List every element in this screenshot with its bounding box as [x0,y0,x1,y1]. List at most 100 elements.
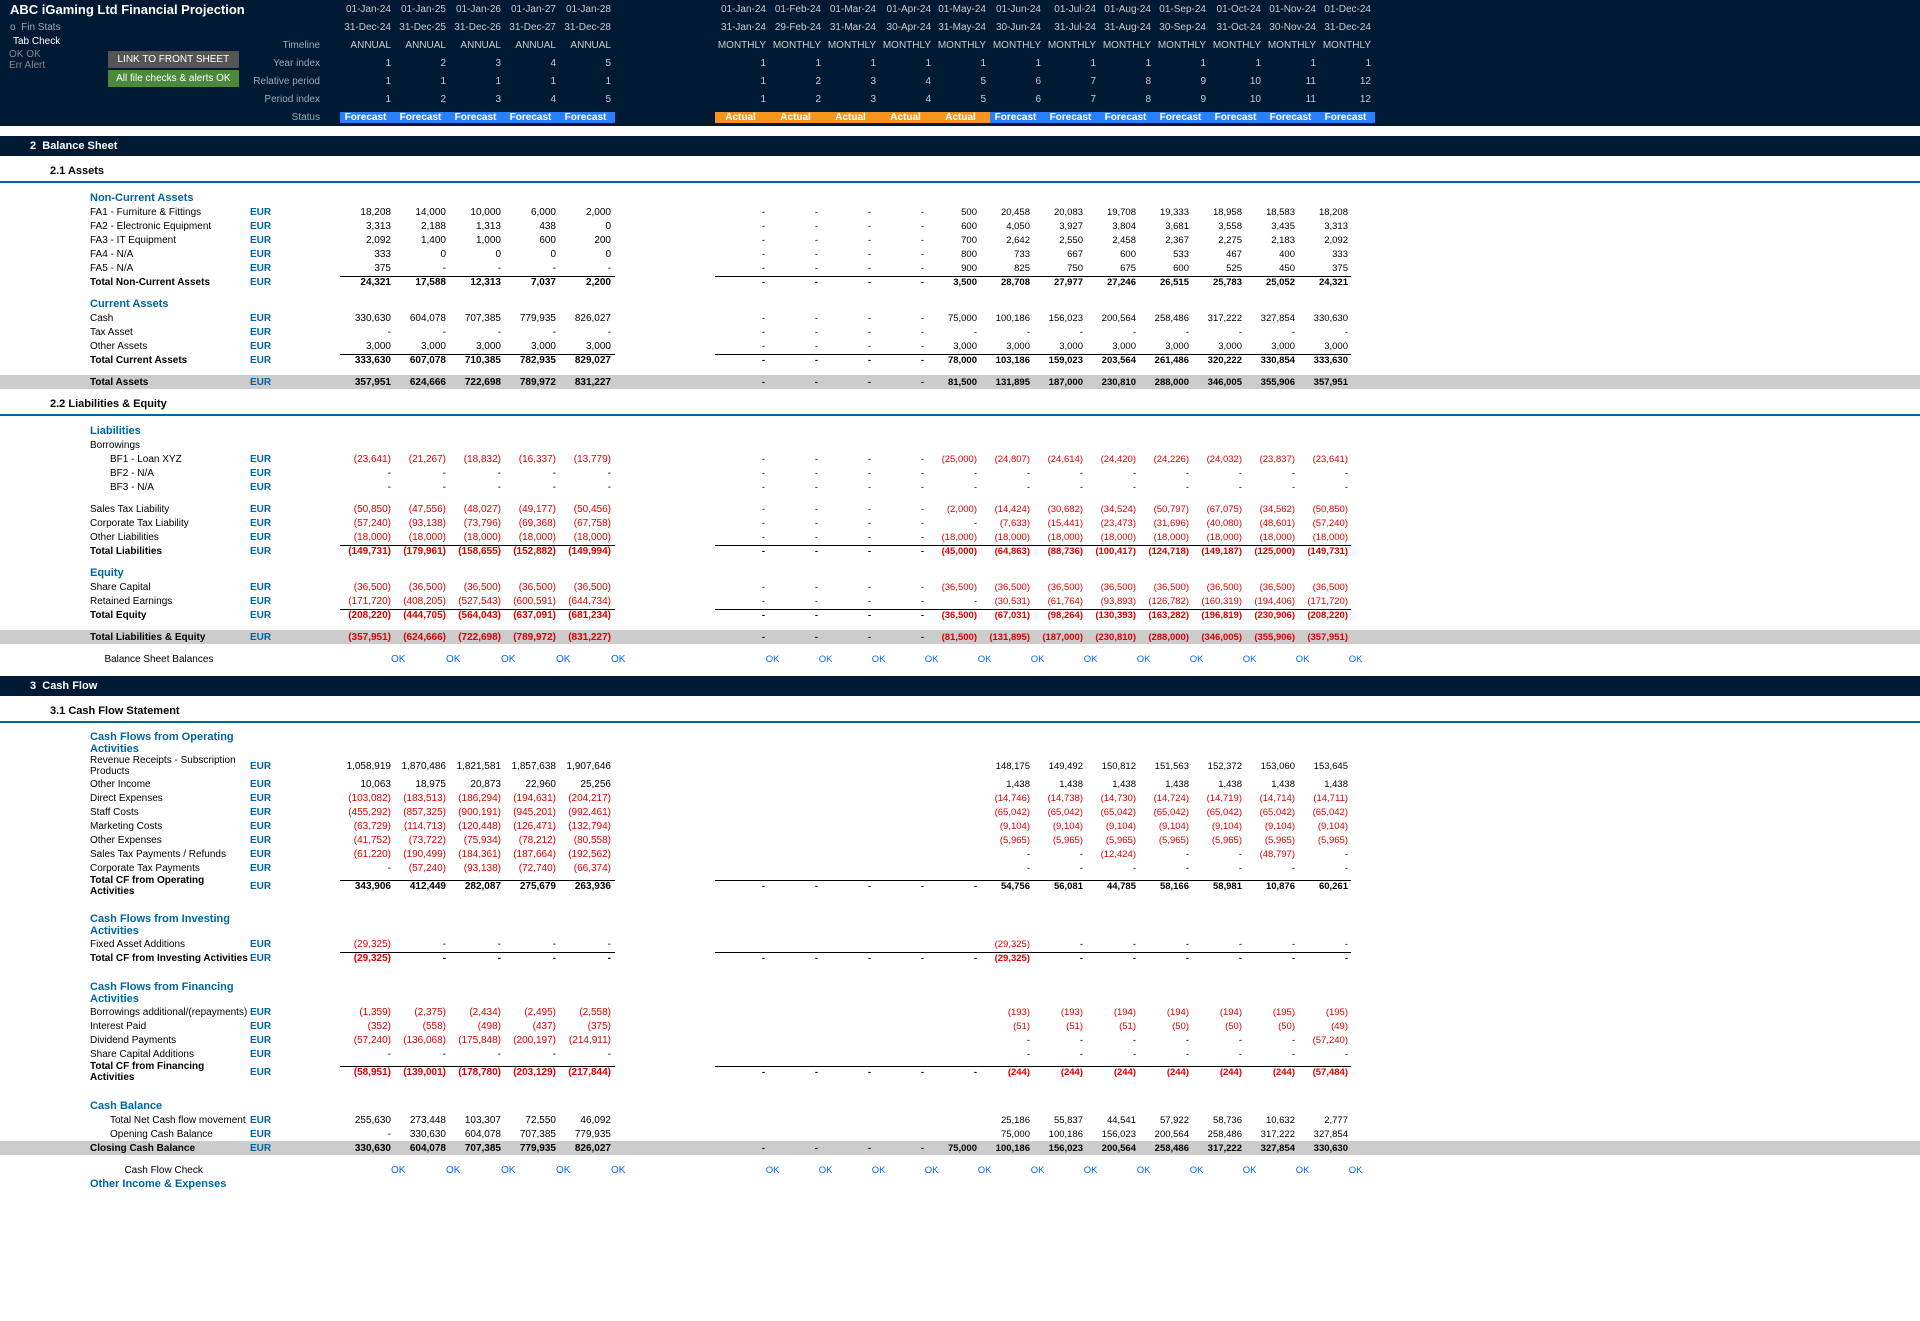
annual-col: 31-Dec-26 [450,22,505,33]
table-row: BF3 - N/AEUR----------------- [0,480,1920,494]
monthly-col: 12 [1320,94,1375,105]
annual-col: 01-Jan-27 [505,4,560,15]
monthly-col: 4 [880,76,935,87]
table-row: CashEUR330,630604,078707,385779,935826,0… [0,311,1920,325]
table-row: BF2 - N/AEUR----------------- [0,466,1920,480]
annual-col: Forecast [395,112,450,123]
table-row: Current Assets [0,297,1920,311]
annual-col: Forecast [560,112,615,123]
annual-col: 31-Dec-27 [505,22,560,33]
monthly-col: 01-Oct-24 [1210,4,1265,15]
monthly-col: MONTHLY [715,40,770,51]
monthly-col: 7 [1045,94,1100,105]
table-row: Dividend PaymentsEUR(57,240)(136,068)(17… [0,1033,1920,1047]
table-row: Retained EarningsEUR(171,720)(408,205)(5… [0,594,1920,608]
table-row: Total Liabilities & EquityEUR(357,951)(6… [0,630,1920,644]
link-front-sheet-button[interactable]: LINK TO FRONT SHEET [108,51,239,68]
monthly-col: 30-Sep-24 [1155,22,1210,33]
monthly-col: 6 [990,76,1045,87]
monthly-col: MONTHLY [880,40,935,51]
monthly-col: 2 [770,76,825,87]
monthly-col: 01-Jan-24 [715,4,770,15]
table-row: Total Non-Current AssetsEUR24,32117,5881… [0,275,1920,289]
monthly-col: Forecast [1100,112,1155,123]
annual-col: 1 [505,76,560,87]
monthly-col: 31-Jan-24 [715,22,770,33]
table-row: Opening Cash BalanceEUR-330,630604,07870… [0,1127,1920,1141]
monthly-col: 01-May-24 [935,4,990,15]
monthly-col: 01-Mar-24 [825,4,880,15]
monthly-col: MONTHLY [1210,40,1265,51]
annual-col: Forecast [450,112,505,123]
annual-col: 4 [505,94,560,105]
table-row: Direct ExpensesEUR(103,082)(183,513)(186… [0,791,1920,805]
monthly-col: Actual [825,112,880,123]
table-row: Liabilities [0,424,1920,438]
table-row: Other Income & Expenses [0,1177,1920,1191]
hdr-per-label: Period index [0,94,340,105]
annual-col: 3 [450,94,505,105]
monthly-col: MONTHLY [1100,40,1155,51]
monthly-col: 1 [1265,58,1320,69]
table-row: Cash Flows from Financing Activities [0,981,1920,1005]
monthly-col: 01-Jul-24 [1045,4,1100,15]
table-row: Staff CostsEUR(455,292)(857,325)(900,191… [0,805,1920,819]
monthly-col: 1 [715,58,770,69]
annual-col: 1 [560,76,615,87]
table-row: Cash Balance [0,1099,1920,1113]
table-row: Total LiabilitiesEUR(149,731)(179,961)(1… [0,544,1920,558]
annual-col: 1 [340,58,395,69]
app-title: ABC iGaming Ltd Financial Projection [0,2,340,17]
table-row: Borrowings additional/(repayments)EUR(1,… [0,1005,1920,1019]
monthly-col: 10 [1210,94,1265,105]
monthly-col: 31-Oct-24 [1210,22,1265,33]
annual-col: 4 [505,58,560,69]
table-row: Closing Cash BalanceEUR330,630604,078707… [0,1141,1920,1155]
table-row: Other LiabilitiesEUR(18,000)(18,000)(18,… [0,530,1920,544]
monthly-col: 4 [880,94,935,105]
monthly-col: Actual [770,112,825,123]
monthly-col: 01-Sep-24 [1155,4,1210,15]
table-row: Total CF from Operating ActivitiesEUR343… [0,875,1920,897]
monthly-col: 01-Dec-24 [1320,4,1375,15]
monthly-col: 1 [1320,58,1375,69]
monthly-col: MONTHLY [770,40,825,51]
table-row: FA5 - N/AEUR375--------90082575067560052… [0,261,1920,275]
table-row: Other IncomeEUR10,06318,97520,87322,9602… [0,777,1920,791]
annual-col: 31-Dec-28 [560,22,615,33]
section-2-2: 2.2 Liabilities & Equity [0,394,1920,416]
monthly-col: 5 [935,94,990,105]
annual-col: 1 [395,76,450,87]
table-row: Sales Tax Payments / RefundsEUR(61,220)(… [0,847,1920,861]
monthly-col: Forecast [1320,112,1375,123]
monthly-col: 31-Jul-24 [1045,22,1100,33]
monthly-col: 1 [880,58,935,69]
monthly-col: MONTHLY [935,40,990,51]
file-checks-status: All file checks & alerts OK [108,70,239,87]
annual-col: 31-Dec-24 [340,22,395,33]
annual-col: 31-Dec-25 [395,22,450,33]
monthly-col: 31-Dec-24 [1320,22,1375,33]
table-row: Interest PaidEUR(352)(558)(498)(437)(375… [0,1019,1920,1033]
table-row: Other ExpensesEUR(41,752)(73,722)(75,934… [0,833,1920,847]
annual-col: ANNUAL [340,40,395,51]
monthly-col: 31-Mar-24 [825,22,880,33]
annual-col: 01-Jan-28 [560,4,615,15]
monthly-col: MONTHLY [1045,40,1100,51]
monthly-col: MONTHLY [1155,40,1210,51]
monthly-col: MONTHLY [825,40,880,51]
table-row: Non-Current Assets [0,191,1920,205]
monthly-col: 3 [825,76,880,87]
monthly-col: Forecast [1210,112,1265,123]
monthly-col: 3 [825,94,880,105]
monthly-col: 01-Feb-24 [770,4,825,15]
table-row: Total CF from Financing ActivitiesEUR(58… [0,1061,1920,1083]
section-2-1: 2.1 Assets [0,161,1920,183]
monthly-col: 1 [1210,58,1265,69]
annual-col: 2 [395,94,450,105]
table-row: Total EquityEUR(208,220)(444,705)(564,04… [0,608,1920,622]
monthly-col: 01-Nov-24 [1265,4,1320,15]
hdr-status-label: Status [0,112,340,123]
monthly-col: Forecast [990,112,1045,123]
table-row: Total AssetsEUR357,951624,666722,698789,… [0,375,1920,389]
